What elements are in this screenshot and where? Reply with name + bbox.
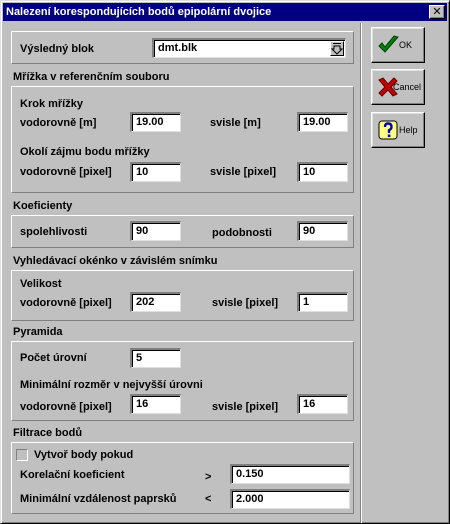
correlation-operator: >	[205, 471, 212, 483]
grid-neighborhood-label: Okolí zájmu bodu mřížky	[20, 146, 150, 158]
correlation-label: Korelační koeficient	[20, 469, 125, 481]
cancel-button[interactable]: Cancel	[371, 69, 425, 105]
vertical-separator	[360, 23, 362, 523]
search-vertical-px-input[interactable]: 1	[297, 292, 348, 312]
ok-label: OK	[399, 40, 413, 50]
window-title: Nalezení korespondujících bodů epipolárn…	[6, 6, 272, 18]
help-button[interactable]: Help	[371, 112, 425, 148]
pyramid-horizontal-px-input[interactable]: 16	[130, 394, 181, 414]
help-label: Help	[399, 125, 418, 135]
result-block-select[interactable]: dmt.blk	[152, 38, 346, 58]
search-window-section-title: Vyhledávací okénko v závislém snímku	[11, 254, 354, 269]
pyramid-vertical-px-label: svisle [pixel]	[212, 401, 279, 413]
grid-vertical-px-label: svisle [pixel]	[210, 166, 277, 178]
close-button[interactable]: ✕	[429, 5, 445, 19]
grid-panel: Krok mřížky vodorovně [m] 19.00 svisle […	[11, 86, 354, 193]
grid-vertical-m-label: svisle [m]	[210, 117, 261, 129]
reliability-label: spolehlivosti	[20, 226, 88, 238]
reliability-input[interactable]: 90	[130, 221, 181, 241]
grid-vertical-m-input[interactable]: 19.00	[297, 112, 348, 132]
result-block-panel: Výsledný blok dmt.blk	[11, 31, 354, 64]
min-distance-label: Minimální vzdálenost paprsků	[20, 493, 177, 505]
correlation-input[interactable]: 0.150	[230, 464, 350, 484]
grid-section-title: Mřížka v referenčním souboru	[11, 70, 354, 85]
pyramid-vertical-px-input[interactable]: 16	[297, 394, 348, 414]
filter-section-title: Filtrace bodů	[11, 426, 354, 441]
dropdown-arrow-icon[interactable]	[330, 41, 344, 56]
filter-panel: Vytvoř body pokud Korelační koeficient >…	[11, 442, 354, 514]
min-distance-operator: <	[205, 493, 212, 505]
grid-step-label: Krok mřížky	[20, 98, 83, 110]
create-points-label[interactable]: Vytvoř body pokud	[34, 448, 133, 462]
check-icon	[378, 35, 399, 53]
pyramid-panel: Počet úrovní 5 Minimální rozměr v nejvyš…	[11, 341, 354, 421]
similarity-input[interactable]: 90	[297, 221, 348, 241]
pyramid-levels-input[interactable]: 5	[130, 348, 181, 368]
similarity-label: podobnosti	[212, 227, 272, 239]
coefficients-panel: spolehlivosti 90 podobnosti 90	[11, 215, 354, 248]
result-block-value: dmt.blk	[158, 42, 198, 54]
search-window-panel: Velikost vodorovně [pixel] 202 svisle [p…	[11, 270, 354, 321]
search-horizontal-px-label: vodorovně [pixel]	[20, 297, 112, 309]
grid-vertical-px-input[interactable]: 10	[297, 162, 348, 182]
pyramid-min-size-label: Minimální rozměr v nejvyšší úrovni	[20, 379, 203, 391]
question-icon	[378, 120, 398, 140]
pyramid-section-title: Pyramida	[11, 325, 354, 340]
create-points-checkbox[interactable]	[16, 449, 28, 461]
title-bar[interactable]: Nalezení korespondujících bodů epipolárn…	[3, 3, 447, 21]
dialog-window: Nalezení korespondujících bodů epipolárn…	[0, 0, 450, 524]
grid-horizontal-m-label: vodorovně [m]	[20, 117, 97, 129]
pyramid-levels-label: Počet úrovní	[20, 352, 87, 364]
cancel-label: Cancel	[393, 82, 422, 92]
grid-horizontal-px-label: vodorovně [pixel]	[20, 166, 112, 178]
coefficients-section-title: Koeficienty	[11, 199, 354, 214]
search-vertical-px-label: svisle [pixel]	[212, 297, 279, 309]
pyramid-horizontal-px-label: vodorovně [pixel]	[20, 401, 112, 413]
min-distance-input[interactable]: 2.000	[230, 489, 350, 509]
search-horizontal-px-input[interactable]: 202	[130, 292, 181, 312]
grid-horizontal-m-input[interactable]: 19.00	[130, 112, 181, 132]
search-size-label: Velikost	[20, 278, 62, 290]
grid-horizontal-px-input[interactable]: 10	[130, 162, 181, 182]
ok-button[interactable]: OK	[371, 27, 425, 63]
result-block-label: Výsledný blok	[20, 43, 94, 55]
